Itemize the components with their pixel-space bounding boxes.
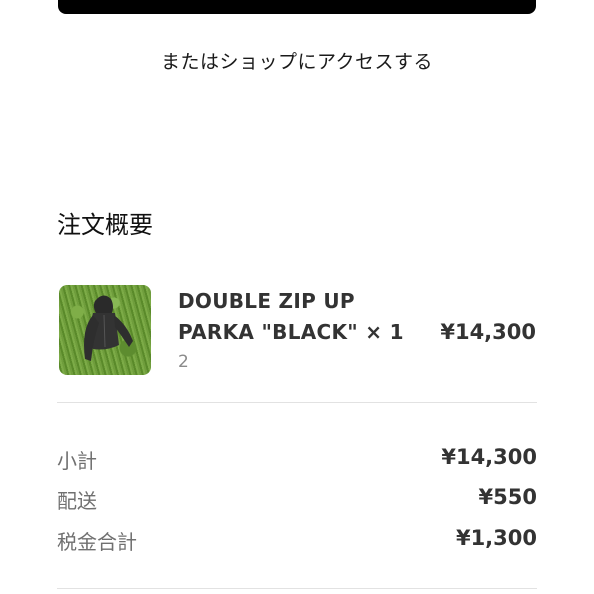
- shipping-row: 配送 ¥550: [57, 485, 537, 515]
- item-price: ¥14,300: [440, 320, 536, 344]
- shipping-value: ¥550: [478, 485, 537, 509]
- shipping-label: 配送: [57, 489, 97, 513]
- subtotal-value: ¥14,300: [441, 445, 537, 469]
- tax-value: ¥1,300: [455, 526, 537, 550]
- product-thumbnail: [59, 285, 151, 375]
- order-summary-title: 注文概要: [57, 211, 153, 239]
- shop-access-link[interactable]: またはショップにアクセスする: [0, 47, 594, 74]
- checkout-button[interactable]: [58, 0, 536, 14]
- divider: [57, 588, 537, 589]
- divider: [57, 402, 537, 403]
- parka-image-icon: [84, 295, 133, 361]
- tax-label: 税金合計: [57, 530, 137, 554]
- subtotal-label: 小計: [57, 449, 97, 473]
- tax-row: 税金合計 ¥1,300: [57, 526, 537, 556]
- subtotal-row: 小計 ¥14,300: [57, 445, 537, 475]
- item-name: DOUBLE ZIP UP PARKA "BLACK" × 1: [178, 289, 404, 344]
- item-variant: 2: [178, 352, 189, 372]
